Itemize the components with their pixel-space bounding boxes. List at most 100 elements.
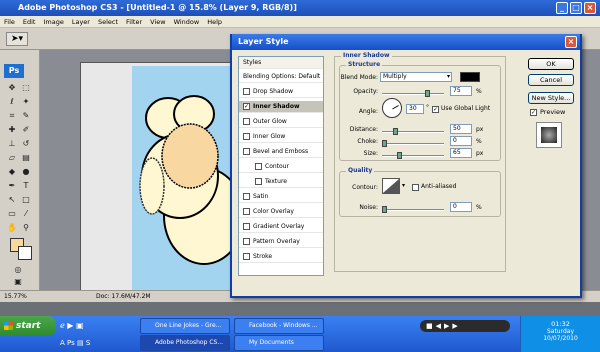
- style-item[interactable]: Bevel and Emboss: [239, 146, 323, 158]
- style-checkbox[interactable]: ✓: [243, 103, 250, 110]
- style-checkbox[interactable]: [243, 88, 250, 95]
- style-checkbox[interactable]: [243, 193, 250, 200]
- type-tool-icon[interactable]: T: [20, 180, 32, 192]
- path-selection-icon[interactable]: ↖: [6, 194, 18, 206]
- style-item[interactable]: Pattern Overlay: [239, 236, 323, 248]
- ie-icon[interactable]: ℯ: [60, 321, 65, 330]
- distance-input[interactable]: 50: [450, 124, 472, 134]
- style-checkbox[interactable]: [243, 223, 250, 230]
- style-item[interactable]: Gradient Overlay: [239, 221, 323, 233]
- menu-help[interactable]: Help: [203, 16, 226, 28]
- style-item[interactable]: Blending Options: Default: [239, 71, 323, 83]
- task-item[interactable]: My Documents: [234, 335, 324, 351]
- acrobat-icon[interactable]: A: [60, 339, 65, 347]
- menu-file[interactable]: File: [0, 16, 19, 28]
- menu-window[interactable]: Window: [170, 16, 204, 28]
- task-item[interactable]: Facebook - Windows ...: [234, 318, 324, 334]
- menu-layer[interactable]: Layer: [68, 16, 94, 28]
- media-controls-icon[interactable]: ■◀▶▶: [426, 320, 461, 332]
- use-global-light-checkbox[interactable]: ✓: [432, 106, 439, 113]
- size-input[interactable]: 65: [450, 148, 472, 158]
- style-checkbox[interactable]: [243, 208, 250, 215]
- marquee-tool-icon[interactable]: ⬚: [20, 82, 32, 94]
- blend-mode-select[interactable]: Multiply ▾: [380, 72, 452, 82]
- preview-checkbox[interactable]: ✓: [530, 109, 537, 116]
- media-player-icon[interactable]: ▶: [67, 321, 73, 330]
- anti-aliased-checkbox[interactable]: [412, 184, 419, 191]
- document-canvas[interactable]: [132, 66, 232, 292]
- quick-mask-icon[interactable]: ◎: [12, 264, 24, 276]
- menu-image[interactable]: Image: [39, 16, 67, 28]
- choke-slider[interactable]: [382, 140, 444, 147]
- noise-slider-thumb[interactable]: [382, 206, 387, 213]
- move-tool-icon[interactable]: ✥: [6, 82, 18, 94]
- style-item[interactable]: Color Overlay: [239, 206, 323, 218]
- size-slider[interactable]: [382, 152, 444, 159]
- brush-tool-icon[interactable]: ✐: [20, 124, 32, 136]
- choke-input[interactable]: 0: [450, 136, 472, 146]
- style-item[interactable]: ✓ Inner Shadow: [239, 101, 323, 113]
- task-item[interactable]: One Line Jokes - Gre...: [140, 318, 230, 334]
- task-item[interactable]: Adobe Photoshop CS...: [140, 335, 230, 351]
- folder-icon[interactable]: ▤: [77, 339, 84, 347]
- chevron-down-icon[interactable]: ▾: [402, 182, 405, 189]
- style-item[interactable]: Inner Glow: [239, 131, 323, 143]
- clone-stamp-icon[interactable]: ⊥: [6, 138, 18, 150]
- menu-edit[interactable]: Edit: [19, 16, 40, 28]
- size-slider-thumb[interactable]: [396, 152, 402, 159]
- style-checkbox[interactable]: [243, 148, 250, 155]
- styles-header[interactable]: Styles: [239, 57, 323, 69]
- healing-brush-icon[interactable]: ✚: [6, 124, 18, 136]
- angle-dial[interactable]: [382, 98, 402, 118]
- maximize-button[interactable]: □: [570, 2, 582, 14]
- photoshop-icon[interactable]: Ps: [67, 339, 75, 347]
- move-tool-preset-icon[interactable]: ➤▾: [6, 32, 28, 46]
- style-item[interactable]: Outer Glow: [239, 116, 323, 128]
- skype-icon[interactable]: S: [86, 339, 90, 347]
- lasso-tool-icon[interactable]: ℓ: [6, 96, 18, 108]
- style-checkbox[interactable]: [243, 253, 250, 260]
- noise-input[interactable]: 0: [450, 202, 472, 212]
- zoom-tool-icon[interactable]: ⚲: [20, 222, 32, 234]
- history-brush-icon[interactable]: ↺: [20, 138, 32, 150]
- notes-tool-icon[interactable]: ▭: [6, 208, 18, 220]
- crop-tool-icon[interactable]: ⌗: [6, 110, 18, 122]
- zoom-level[interactable]: 15.77%: [4, 291, 27, 303]
- close-button[interactable]: ×: [584, 2, 596, 14]
- background-color-swatch[interactable]: [18, 246, 32, 260]
- shadow-color-swatch[interactable]: [460, 72, 480, 82]
- choke-slider-thumb[interactable]: [382, 140, 387, 147]
- cancel-button[interactable]: Cancel: [528, 74, 574, 86]
- screen-mode-icon[interactable]: ▣: [12, 276, 24, 288]
- slice-tool-icon[interactable]: ✎: [20, 110, 32, 122]
- style-checkbox[interactable]: [255, 163, 262, 170]
- shape-tool-icon[interactable]: □: [20, 194, 32, 206]
- angle-input[interactable]: 30: [406, 104, 424, 114]
- style-item[interactable]: Contour: [239, 161, 323, 173]
- style-item[interactable]: Texture: [239, 176, 323, 188]
- clock-time[interactable]: 01:32: [521, 320, 600, 328]
- show-desktop-icon[interactable]: ▣: [76, 321, 84, 330]
- style-checkbox[interactable]: [255, 178, 262, 185]
- hand-tool-icon[interactable]: ✋: [6, 222, 18, 234]
- start-button[interactable]: start: [0, 316, 56, 336]
- style-checkbox[interactable]: [243, 118, 250, 125]
- pen-tool-icon[interactable]: ✒: [6, 180, 18, 192]
- distance-slider[interactable]: [382, 128, 444, 135]
- eraser-tool-icon[interactable]: ▱: [6, 152, 18, 164]
- blur-tool-icon[interactable]: ◆: [6, 166, 18, 178]
- style-item[interactable]: Satin: [239, 191, 323, 203]
- menu-view[interactable]: View: [146, 16, 169, 28]
- style-checkbox[interactable]: [243, 133, 250, 140]
- opacity-input[interactable]: 75: [450, 86, 472, 96]
- menu-filter[interactable]: Filter: [122, 16, 146, 28]
- ok-button[interactable]: OK: [528, 58, 574, 70]
- distance-slider-thumb[interactable]: [393, 128, 399, 135]
- dialog-close-button[interactable]: ×: [565, 36, 577, 48]
- eyedropper-icon[interactable]: ⁄: [20, 208, 32, 220]
- opacity-slider[interactable]: [382, 90, 444, 97]
- minimize-button[interactable]: _: [556, 2, 568, 14]
- style-item[interactable]: Stroke: [239, 251, 323, 263]
- contour-picker[interactable]: [382, 178, 400, 194]
- menu-select[interactable]: Select: [94, 16, 122, 28]
